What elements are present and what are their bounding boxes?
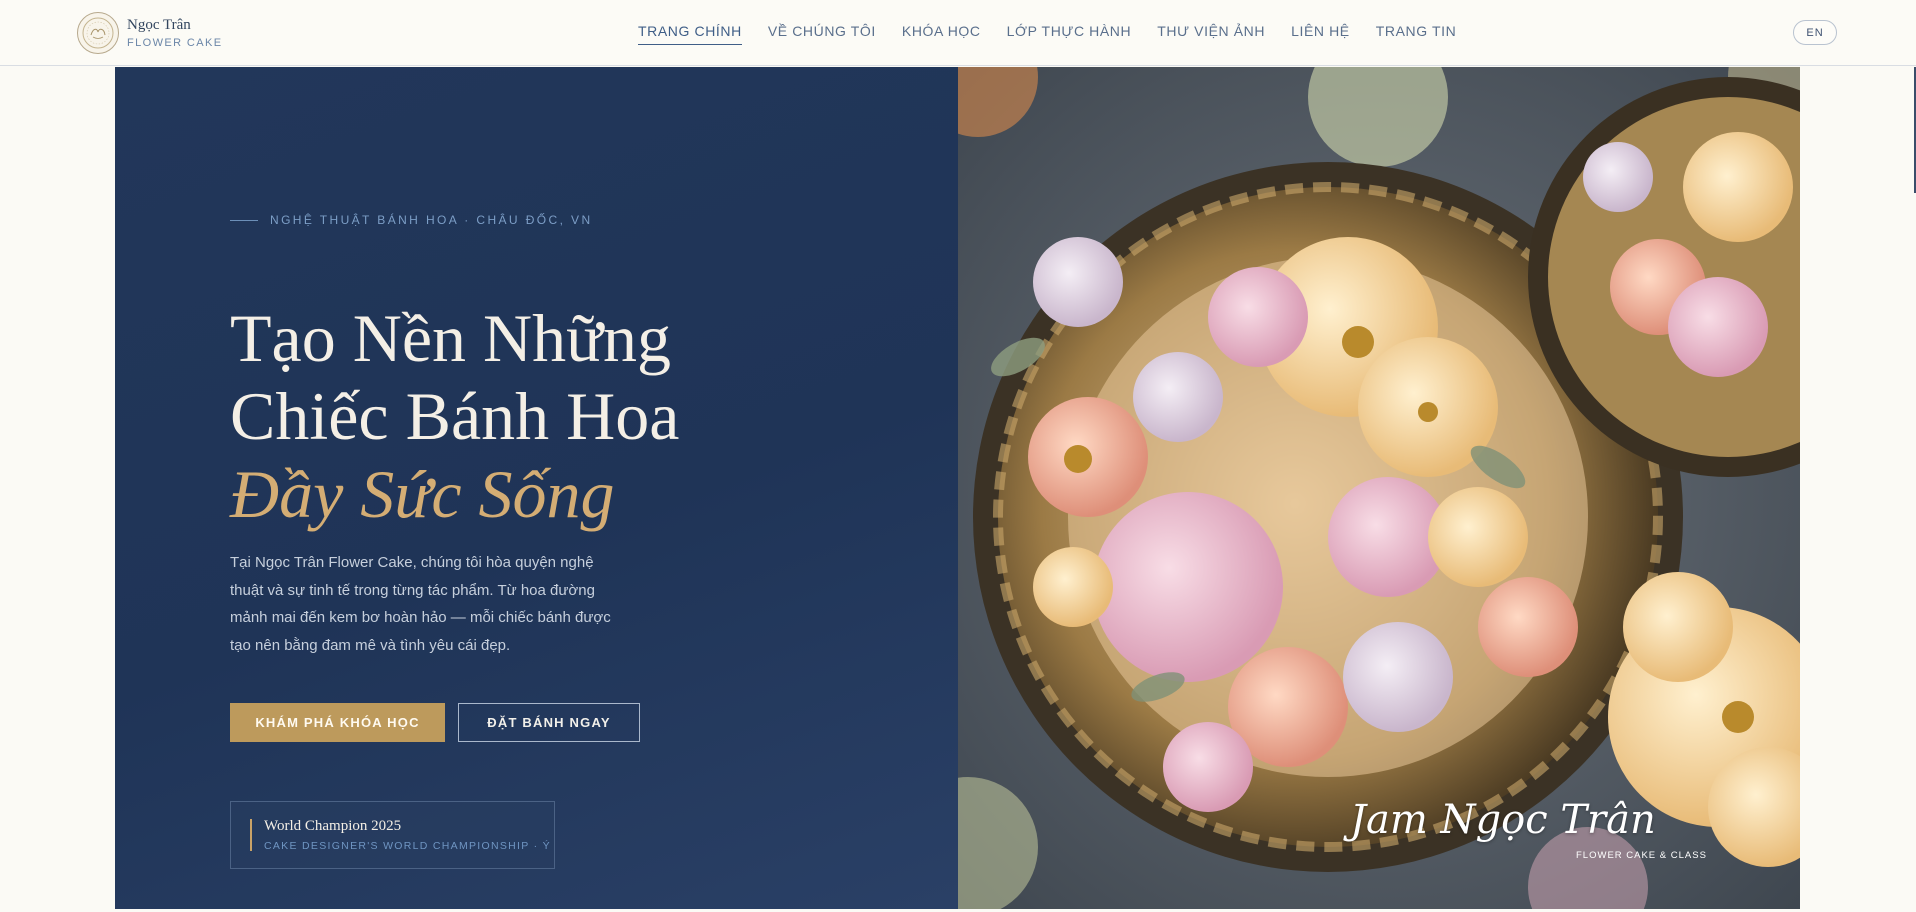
brand-subtitle: FLOWER CAKE [127,36,223,49]
nav-item-about[interactable]: VỀ CHÚNG TÔI [768,23,876,43]
award-badge: World Champion 2025 CAKE DESIGNER'S WORL… [230,801,555,869]
eyebrow-divider [230,219,258,221]
hero-cake-photo: Jam Ngọc Trân FLOWER CAKE & CLASS [958,67,1800,909]
nav-item-courses[interactable]: KHÓA HỌC [902,23,981,43]
language-switch-button[interactable]: EN [1793,20,1837,45]
hero-description: Tại Ngọc Trân Flower Cake, chúng tôi hòa… [230,554,611,654]
hero-title: Tạo Nền Những Chiếc Bánh Hoa Đầy Sức Sốn… [230,299,850,533]
logo-emblem-icon [77,12,119,54]
eyebrow-text: NGHỆ THUẬT BÁNH HOA · CHÂU ĐỐC, VN [270,213,593,227]
nav-item-home[interactable]: TRANG CHÍNH [638,23,742,45]
nav-item-news[interactable]: TRANG TIN [1376,23,1457,43]
main-nav: TRANG CHÍNH VỀ CHÚNG TÔI KHÓA HỌC LỚP TH… [638,22,1457,45]
cake-photo-illustration [958,67,1800,909]
hero-title-accent: Đầy Sức Sống [230,456,615,532]
brand-logo-link[interactable]: Ngọc Trân FLOWER CAKE [77,12,222,54]
award-subtitle: CAKE DESIGNER'S WORLD CHAMPIONSHIP · Ý [264,840,551,852]
award-accent-bar [250,819,252,851]
site-header: Ngọc Trân FLOWER CAKE TRANG CHÍNH VỀ CHÚ… [0,0,1916,66]
signature-subtitle: FLOWER CAKE & CLASS [1576,850,1707,861]
explore-courses-button[interactable]: KHÁM PHÁ KHÓA HỌC [230,703,445,742]
nav-item-workshops[interactable]: LỚP THỰC HÀNH [1007,23,1132,43]
hero-title-line2: Chiếc Bánh Hoa [230,378,680,454]
brand-name: Ngọc Trân [127,17,191,34]
order-cake-button[interactable]: ĐẶT BÁNH NGAY [458,703,640,742]
signature-logo: Jam Ngọc Trân [1350,797,1656,843]
nav-item-contact[interactable]: LIÊN HỆ [1291,23,1350,43]
nav-item-gallery[interactable]: THƯ VIỆN ẢNH [1157,23,1265,43]
award-title: World Champion 2025 [264,818,402,834]
hero-eyebrow: NGHỆ THUẬT BÁNH HOA · CHÂU ĐỐC, VN [230,213,593,227]
hero-title-line1: Tạo Nền Những [230,300,671,376]
hero-section: NGHỆ THUẬT BÁNH HOA · CHÂU ĐỐC, VN Tạo N… [115,67,958,909]
